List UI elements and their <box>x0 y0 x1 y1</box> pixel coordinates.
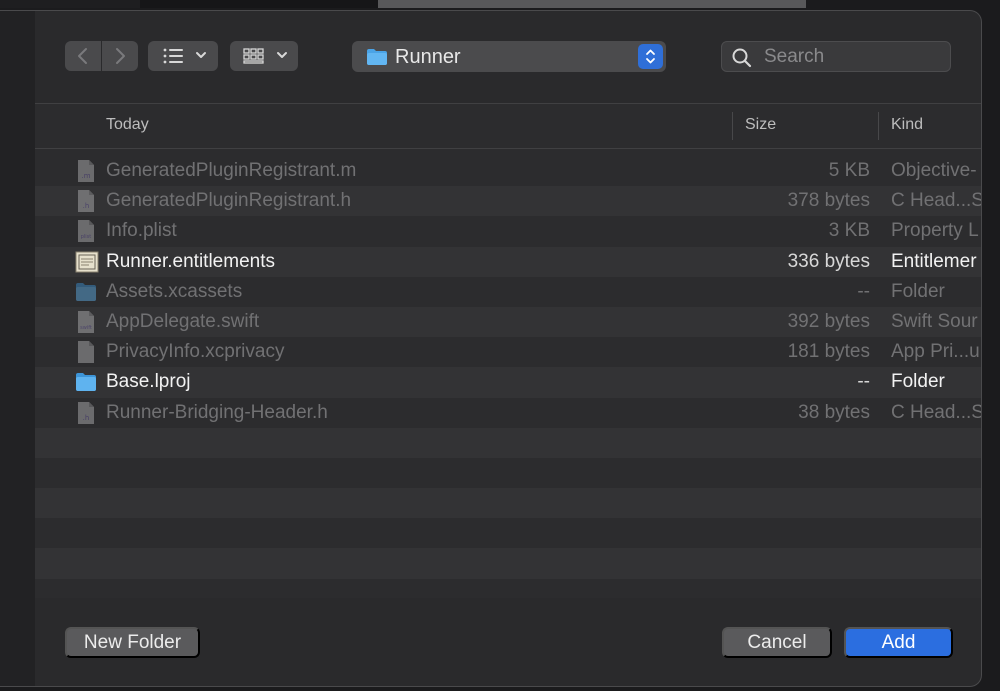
file-size: 181 bytes <box>787 341 870 363</box>
file-row: .m GeneratedPluginRegistrant.m 5 KB Objecti… <box>35 156 981 186</box>
empty-row <box>35 458 981 488</box>
column-divider[interactable] <box>732 112 733 140</box>
file-size: -- <box>857 280 870 302</box>
grid-view-icon <box>243 48 287 64</box>
empty-row <box>35 518 981 548</box>
location-label: Runner <box>395 46 461 68</box>
cancel-button[interactable]: Cancel <box>722 627 832 658</box>
background-window <box>0 0 140 8</box>
file-name: Runner.entitlements <box>106 250 275 272</box>
file-rows: .m GeneratedPluginRegistrant.m 5 KB Objecti… <box>35 156 982 598</box>
header-file-icon: .h <box>75 401 97 425</box>
file-name: GeneratedPluginRegistrant.m <box>106 160 357 181</box>
file-size: 392 bytes <box>787 310 870 332</box>
group-view-button[interactable] <box>230 41 298 71</box>
folder-icon <box>367 49 387 65</box>
svg-text:.h: .h <box>83 414 90 422</box>
file-row: Assets.xcassets -- Folder <box>35 277 981 307</box>
file-name: Assets.xcassets <box>106 280 243 302</box>
search-icon <box>732 48 752 68</box>
file-size: -- <box>857 371 870 393</box>
file-kind: Swift Sour <box>891 310 978 332</box>
file-row[interactable]: Base.lproj -- Folder <box>35 367 981 398</box>
column-divider[interactable] <box>878 112 879 140</box>
file-size: 5 KB <box>828 160 870 181</box>
file-kind: C Head...S <box>891 190 982 212</box>
header-file-icon: .h <box>75 189 97 213</box>
file-size: 336 bytes <box>787 250 870 272</box>
svg-text:.h: .h <box>83 202 90 210</box>
new-folder-button[interactable]: New Folder <box>65 627 200 658</box>
background-window <box>378 0 806 8</box>
list-view-icon <box>163 48 206 64</box>
list-view-button[interactable] <box>148 41 218 71</box>
file-row: .h Runner-Bridging-Header.h 38 bytes C Head… <box>35 398 982 428</box>
svg-text:.m: .m <box>81 172 90 180</box>
chevron-up-down-icon <box>646 49 655 64</box>
generic-file-icon <box>75 340 97 364</box>
chevron-right-icon <box>116 48 125 64</box>
file-name: PrivacyInfo.xcprivacy <box>106 341 285 363</box>
swift-file-icon: swift <box>75 310 97 334</box>
location-popup[interactable]: Runner <box>352 41 666 72</box>
file-name: AppDelegate.swift <box>106 310 260 332</box>
column-header-name[interactable]: Today <box>106 116 149 134</box>
file-kind: Folder <box>891 371 945 393</box>
file-size: 3 KB <box>828 220 870 242</box>
search-field[interactable] <box>721 41 951 72</box>
svg-text:swift: swift <box>80 325 92 331</box>
objc-source-file-icon: .m <box>75 159 97 183</box>
file-row: swift AppDelegate.swift 392 bytes Swift Sou… <box>35 306 981 338</box>
file-kind: App Pri...u <box>891 341 980 363</box>
file-kind: Objective- <box>891 160 977 181</box>
file-row: .h GeneratedPluginRegistrant.h 378 bytes C … <box>35 186 982 217</box>
sidebar-edge <box>0 11 35 686</box>
file-row[interactable]: Runner.entitlements 336 bytes Entitlemer <box>35 246 981 277</box>
column-header-size[interactable]: Size <box>745 116 776 134</box>
file-kind: Property L <box>891 220 979 242</box>
file-name: Runner-Bridging-Header.h <box>106 401 328 423</box>
back-button[interactable] <box>65 41 101 71</box>
empty-row <box>35 548 981 579</box>
empty-row <box>35 579 981 598</box>
background-window <box>140 0 378 8</box>
file-size: 38 bytes <box>798 401 870 423</box>
file-kind: Entitlemer <box>891 250 977 272</box>
add-button[interactable]: Add <box>844 627 953 658</box>
entitlements-file-icon <box>75 250 99 274</box>
file-list[interactable]: Today Size Kind .m GeneratedPluginRegistr… <box>35 103 982 598</box>
column-header: Today Size Kind <box>35 104 981 149</box>
file-name: Info.plist <box>106 220 177 242</box>
file-name: GeneratedPluginRegistrant.h <box>106 190 352 212</box>
folder-icon <box>75 370 97 394</box>
empty-row <box>35 427 981 458</box>
open-file-dialog: Runner Today Size Kind .m GeneratedPlugin… <box>0 10 982 687</box>
file-row: PrivacyInfo.xcprivacy 181 bytes App Pri...… <box>35 337 981 367</box>
plist-file-icon: plist <box>75 219 97 243</box>
file-size: 378 bytes <box>787 190 870 212</box>
file-kind: Folder <box>891 280 945 302</box>
chevron-left-icon <box>78 48 87 64</box>
file-name: Base.lproj <box>106 371 191 393</box>
search-input[interactable] <box>762 45 946 69</box>
file-kind: C Head...S <box>891 401 982 423</box>
column-header-kind[interactable]: Kind <box>891 116 923 134</box>
forward-button[interactable] <box>102 41 138 71</box>
file-row: plist Info.plist 3 KB Property L <box>35 216 981 246</box>
location-stepper[interactable] <box>638 44 663 69</box>
empty-row <box>35 488 981 519</box>
svg-text:plist: plist <box>81 234 92 240</box>
folder-icon <box>75 280 97 304</box>
